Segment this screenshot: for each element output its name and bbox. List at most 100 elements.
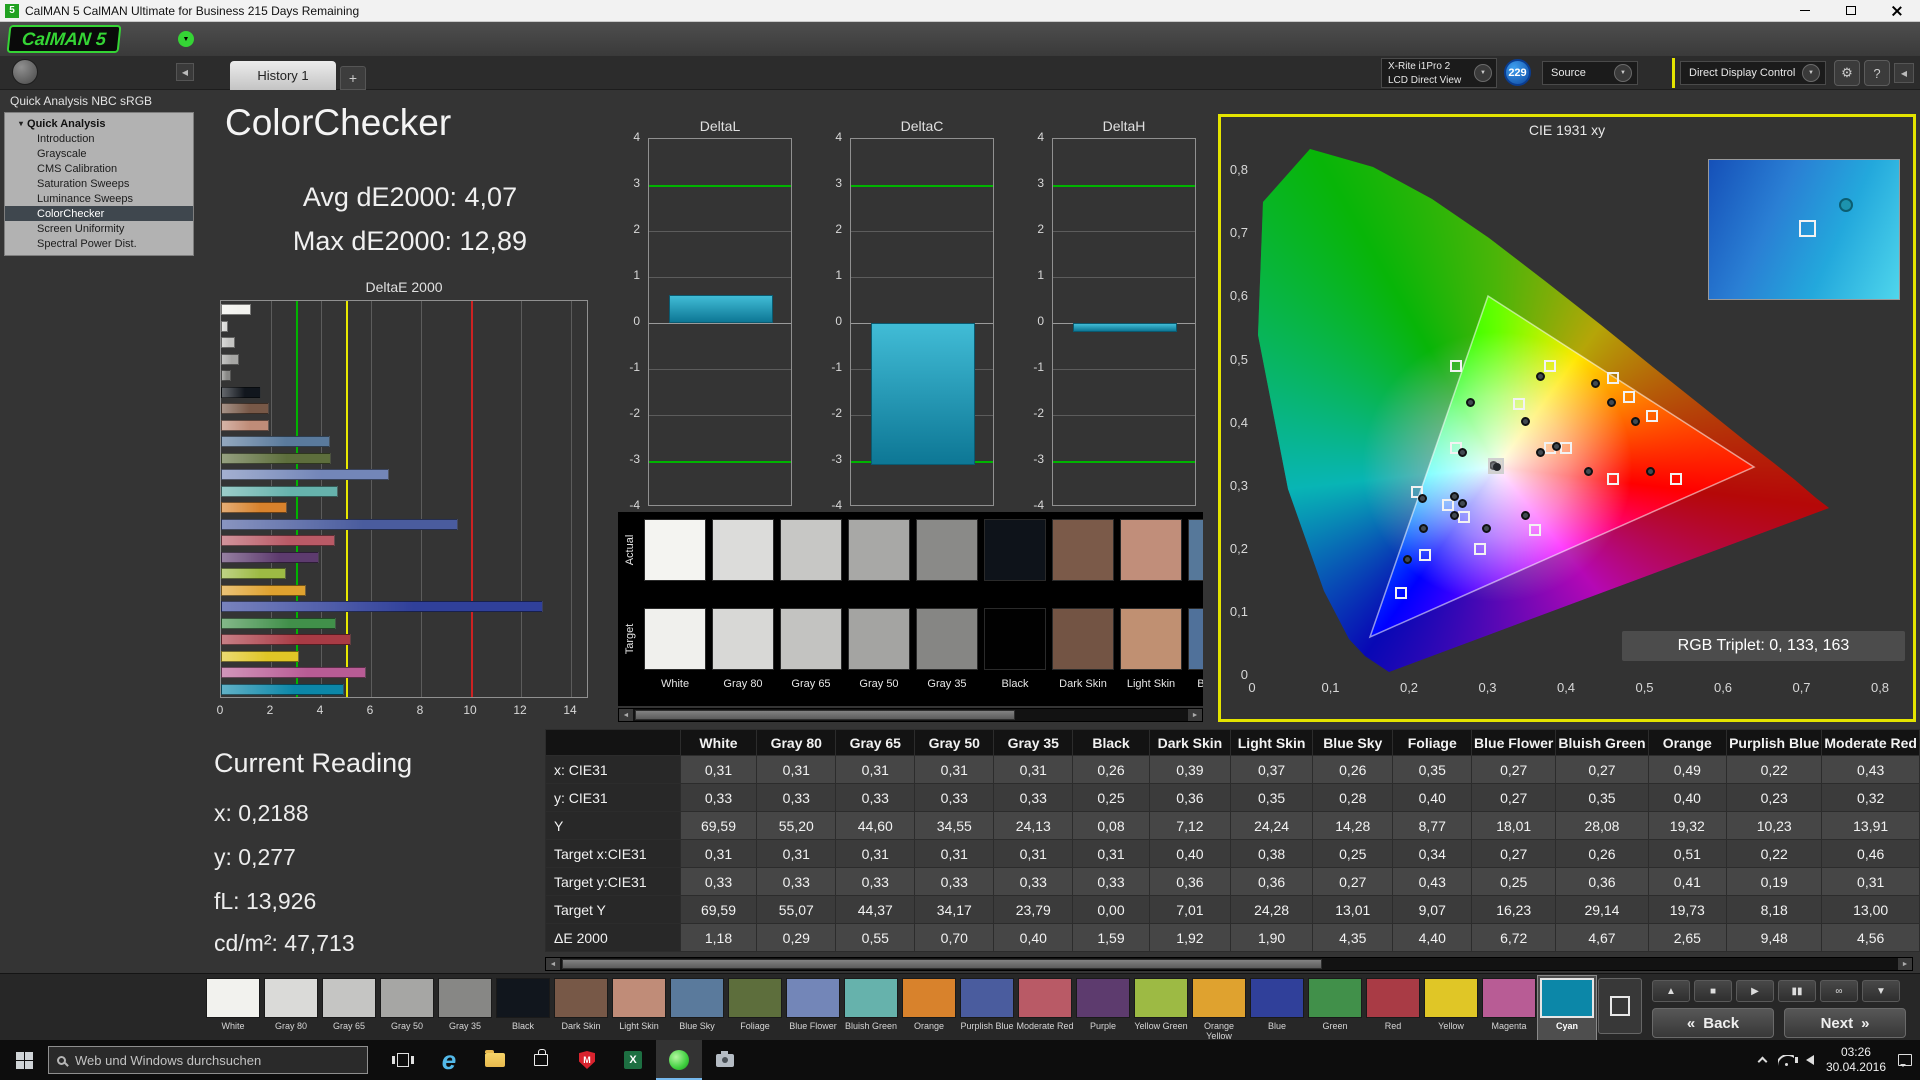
patch-magenta[interactable]: Magenta: [1480, 976, 1538, 1040]
excel-button[interactable]: X: [610, 1040, 656, 1080]
patch-orange[interactable]: Orange: [900, 976, 958, 1040]
calman-taskbar-button[interactable]: [656, 1040, 702, 1080]
patch-red[interactable]: Red: [1364, 976, 1422, 1040]
patch-orange-yellow[interactable]: Orange Yellow: [1190, 976, 1248, 1041]
pattern-window-button[interactable]: [1598, 978, 1642, 1034]
patch-foliage[interactable]: Foliage: [726, 976, 784, 1040]
patch-black[interactable]: Black: [494, 976, 552, 1040]
snipping-tool-button[interactable]: [702, 1040, 748, 1080]
patch-green[interactable]: Green: [1306, 976, 1364, 1040]
table-cell: 24,13: [993, 811, 1074, 840]
meter-dropdown-arrow[interactable]: ▼: [1474, 64, 1492, 82]
taskbar-search[interactable]: [48, 1046, 368, 1074]
pause-button[interactable]: ▮▮: [1778, 980, 1816, 1002]
patch-label: Cyan: [1555, 1021, 1578, 1031]
edge-button[interactable]: e: [426, 1040, 472, 1080]
mcafee-button[interactable]: M: [564, 1040, 610, 1080]
patch-moderate-red[interactable]: Moderate Red: [1016, 976, 1074, 1040]
eject-button[interactable]: ▲: [1652, 980, 1690, 1002]
taskbar-search-input[interactable]: [75, 1052, 359, 1068]
logo-menu-button[interactable]: ▼: [178, 31, 194, 47]
sidebar-collapse-button[interactable]: ◀: [176, 63, 194, 81]
table-cell: 0,35: [1555, 783, 1649, 812]
sidebar-root-quick-analysis[interactable]: ▾ Quick Analysis: [5, 116, 193, 131]
sidebar-item-cms-calibration[interactable]: CMS Calibration: [5, 161, 193, 176]
table-cell: 0,31: [756, 839, 837, 868]
start-button[interactable]: [0, 1040, 48, 1080]
settings-button[interactable]: ⚙: [1834, 60, 1860, 86]
table-cell: 0,39: [1148, 755, 1232, 784]
patch-purplish-blue[interactable]: Purplish Blue: [958, 976, 1016, 1040]
patch-yellow-green[interactable]: Yellow Green: [1132, 976, 1190, 1040]
tray-expand-icon[interactable]: [1757, 1056, 1768, 1067]
patch-yellow[interactable]: Yellow: [1422, 976, 1480, 1040]
more-button[interactable]: ▼: [1862, 980, 1900, 1002]
maximize-button[interactable]: [1828, 0, 1874, 21]
add-tab-button[interactable]: +: [340, 66, 366, 90]
loop-button[interactable]: ∞: [1820, 980, 1858, 1002]
sidebar-item-luminance-sweeps[interactable]: Luminance Sweeps: [5, 191, 193, 206]
task-view-button[interactable]: [380, 1040, 426, 1080]
network-icon[interactable]: [1777, 1054, 1794, 1066]
close-button[interactable]: [1874, 0, 1920, 21]
meter-status-badge[interactable]: 229: [1504, 59, 1531, 86]
de-bar-purplish-blue: [221, 518, 458, 530]
patch-bluish-green[interactable]: Bluish Green: [842, 976, 900, 1040]
sidebar-item-screen-uniformity[interactable]: Screen Uniformity: [5, 221, 193, 236]
windows-store-button[interactable]: [518, 1040, 564, 1080]
patch-white[interactable]: White: [204, 976, 262, 1040]
back-button[interactable]: « Back: [1652, 1008, 1774, 1038]
play-button[interactable]: ▶: [1736, 980, 1774, 1002]
clock-date: 30.04.2016: [1825, 1060, 1886, 1074]
sidebar-item-saturation-sweeps[interactable]: Saturation Sweeps: [5, 176, 193, 191]
table-cell: 0,31: [914, 755, 995, 784]
file-explorer-button[interactable]: [472, 1040, 518, 1080]
source-dropdown-arrow[interactable]: ▼: [1614, 64, 1632, 82]
display-control-dropdown-arrow[interactable]: ▼: [1802, 64, 1820, 82]
scroll-right-icon[interactable]: ►: [1188, 709, 1202, 721]
patch-gray-80[interactable]: Gray 80: [262, 976, 320, 1040]
scrollbar-thumb[interactable]: [562, 959, 1322, 969]
next-button[interactable]: Next »: [1784, 1008, 1906, 1038]
volume-icon[interactable]: [1794, 1055, 1814, 1065]
table-row-target-y: Target Y 69,59 55,07 44,37 34,17 23,79 0,00 7,0…: [545, 895, 1920, 924]
table-cell: 34,17: [914, 895, 995, 924]
scroll-left-icon[interactable]: ◄: [546, 958, 560, 970]
patch-gray-50[interactable]: Gray 50: [378, 976, 436, 1040]
stop-button[interactable]: ■: [1694, 980, 1732, 1002]
scroll-right-icon[interactable]: ►: [1898, 958, 1912, 970]
patch-label: Gray 35: [448, 1021, 481, 1031]
scroll-left-icon[interactable]: ◄: [619, 709, 633, 721]
table-horizontal-scrollbar[interactable]: ◄ ►: [545, 957, 1913, 971]
scrollbar-thumb[interactable]: [635, 710, 1015, 720]
sidebar-item-colorchecker[interactable]: ColorChecker: [5, 206, 193, 221]
deltac-title: DeltaC: [900, 118, 944, 134]
system-tray: 03:26 30.04.2016: [1757, 1045, 1920, 1075]
patch-label: Orange: [913, 1021, 945, 1031]
help-button[interactable]: ?: [1864, 60, 1890, 86]
axis-tick: 2: [835, 222, 842, 236]
axis-tick: 4: [1037, 130, 1044, 144]
table-cell: 0,27: [1471, 839, 1557, 868]
swatch-horizontal-scrollbar[interactable]: ◄ ►: [618, 708, 1203, 722]
patch-gray-65[interactable]: Gray 65: [320, 976, 378, 1040]
patch-light-skin[interactable]: Light Skin: [610, 976, 668, 1040]
sidebar-item-spectral-power-dist[interactable]: Spectral Power Dist.: [5, 236, 193, 251]
right-panel-collapse-button[interactable]: ◀: [1894, 63, 1914, 83]
de-bar-gray-80: [221, 320, 229, 332]
action-center-icon[interactable]: [1898, 1054, 1912, 1067]
patch-purple[interactable]: Purple: [1074, 976, 1132, 1040]
sidebar-item-introduction[interactable]: Introduction: [5, 131, 193, 146]
patch-blue[interactable]: Blue: [1248, 976, 1306, 1040]
app-menu-button[interactable]: [12, 59, 38, 85]
sidebar-item-grayscale[interactable]: Grayscale: [5, 146, 193, 161]
patch-cyan[interactable]: Cyan: [1537, 975, 1597, 1041]
patch-blue-flower[interactable]: Blue Flower: [784, 976, 842, 1040]
patch-dark-skin[interactable]: Dark Skin: [552, 976, 610, 1040]
patch-blue-sky[interactable]: Blue Sky: [668, 976, 726, 1040]
clock[interactable]: 03:26 30.04.2016: [1826, 1045, 1886, 1075]
minimize-button[interactable]: [1782, 0, 1828, 21]
tab-history-1[interactable]: History 1: [230, 61, 336, 90]
swatch-target-white: [644, 608, 706, 670]
patch-gray-35[interactable]: Gray 35: [436, 976, 494, 1040]
